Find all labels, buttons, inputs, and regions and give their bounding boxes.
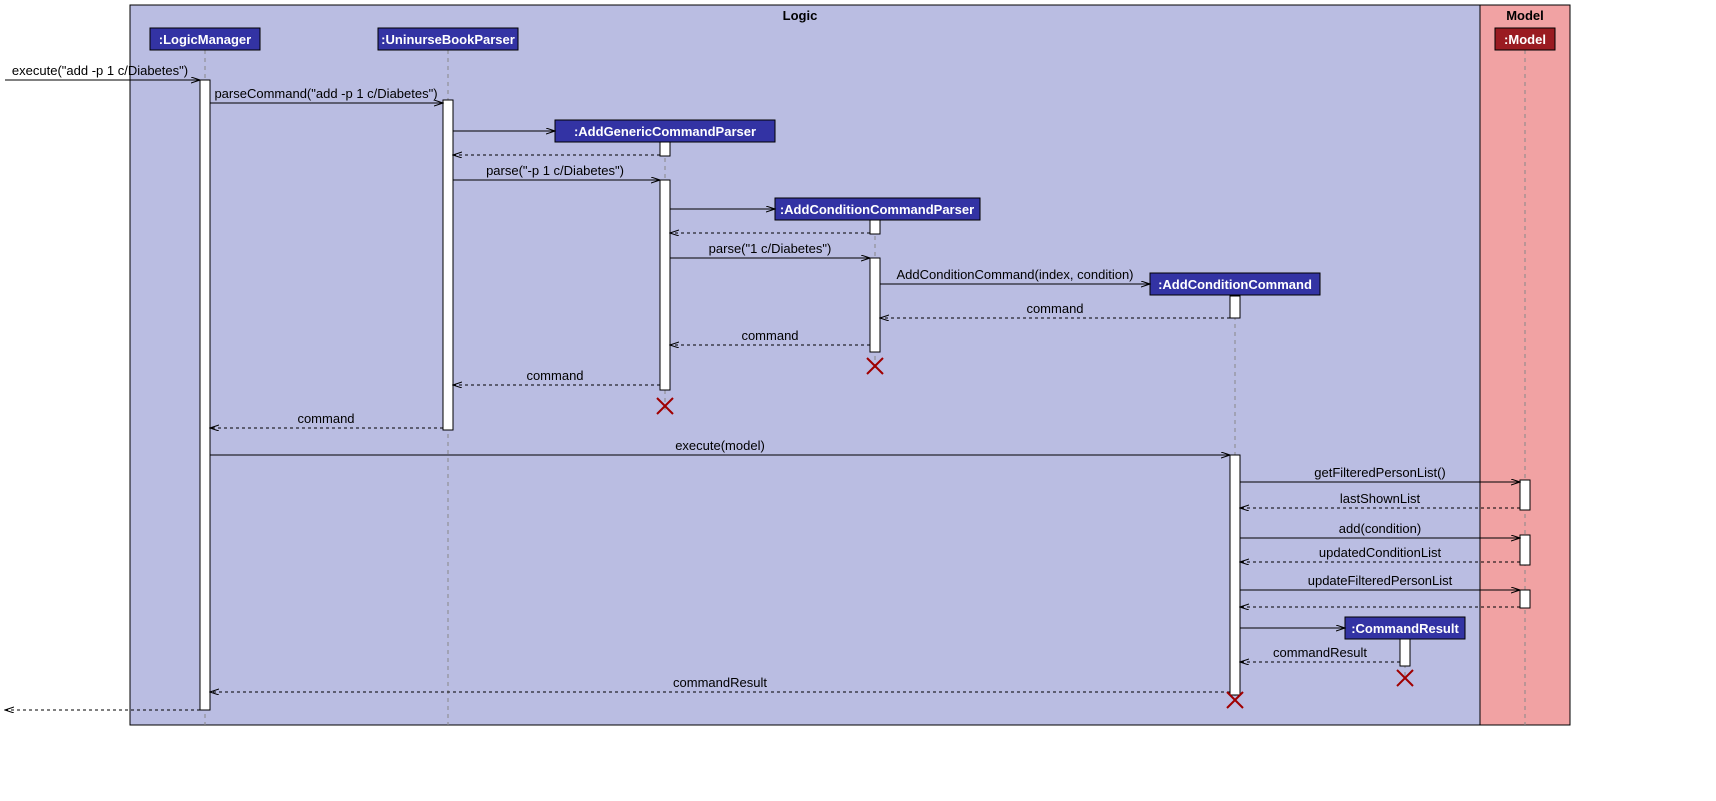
model-region-label: Model [1506, 8, 1544, 23]
generic-parser-label: :AddGenericCommandParser [574, 124, 756, 139]
activation-cond-parse [870, 258, 880, 352]
msg-parse-p: parse("-p 1 c/Diabetes") [486, 163, 624, 178]
activation-logic-manager [200, 80, 210, 710]
activation-generic-parse [660, 180, 670, 390]
addcond-cmd-label: :AddConditionCommand [1158, 277, 1312, 292]
msg-execute-model: execute(model) [675, 438, 765, 453]
msg-command-1: command [1026, 301, 1083, 316]
activation-model-3 [1520, 590, 1530, 608]
msg-getfiltered: getFilteredPersonList() [1314, 465, 1446, 480]
uninurse-parser-label: :UninurseBookParser [381, 32, 515, 47]
sequence-diagram: Logic Model :LogicManager :UninurseBookP… [0, 0, 1716, 801]
logic-region [130, 5, 1480, 725]
model-label: :Model [1504, 32, 1546, 47]
activation-addcmd-create [1230, 296, 1240, 318]
cond-parser-label: :AddConditionCommandParser [780, 202, 974, 217]
msg-command-3: command [526, 368, 583, 383]
activation-uninurse [443, 100, 453, 430]
msg-addcondcmd-create: AddConditionCommand(index, condition) [896, 267, 1133, 282]
activation-model-1 [1520, 480, 1530, 510]
activation-addcmd-exec [1230, 455, 1240, 695]
cmdresult-label: :CommandResult [1351, 621, 1459, 636]
activation-cmdresult [1400, 638, 1410, 666]
logic-region-label: Logic [783, 8, 818, 23]
msg-parse-1c: parse("1 c/Diabetes") [709, 241, 832, 256]
msg-execute-in: execute("add -p 1 c/Diabetes") [12, 63, 188, 78]
msg-command-2: command [741, 328, 798, 343]
activation-model-2 [1520, 535, 1530, 565]
msg-lastshown: lastShownList [1340, 491, 1421, 506]
msg-cmdresult-2: commandResult [673, 675, 767, 690]
msg-parsecommand: parseCommand("add -p 1 c/Diabetes") [214, 86, 437, 101]
logic-manager-label: :LogicManager [159, 32, 251, 47]
msg-cmdresult-1: commandResult [1273, 645, 1367, 660]
msg-updatedlist: updatedConditionList [1319, 545, 1442, 560]
msg-updatefiltered: updateFilteredPersonList [1308, 573, 1453, 588]
msg-add: add(condition) [1339, 521, 1421, 536]
msg-command-4: command [297, 411, 354, 426]
